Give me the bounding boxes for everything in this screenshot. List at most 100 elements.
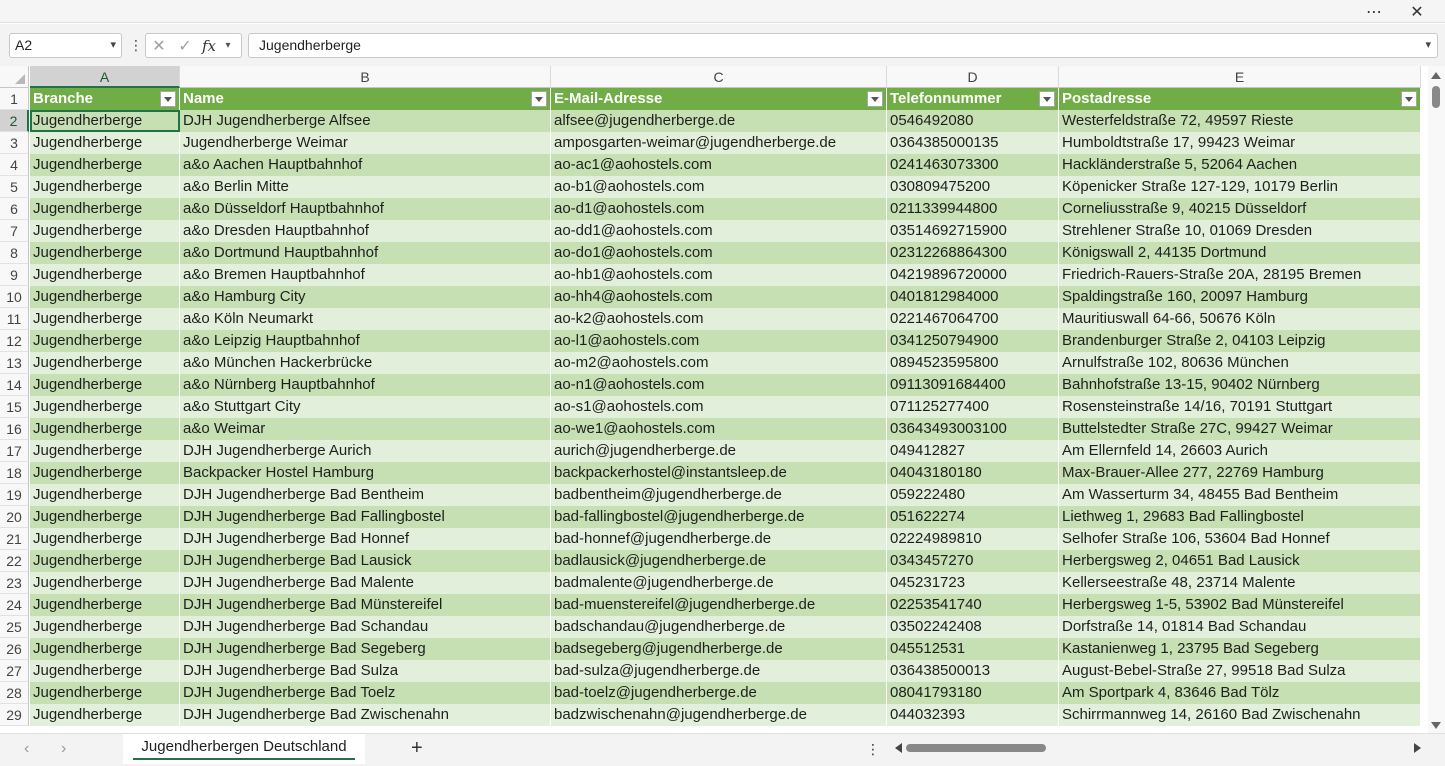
cell[interactable]: DJH Jugendherberge Bad Lausick [180,550,551,572]
column-header-b[interactable]: B [180,66,551,88]
cell[interactable]: ao-ac1@aohostels.com [551,154,887,176]
cell[interactable]: a&o Weimar [180,418,551,440]
row-number[interactable]: 15 [0,396,29,418]
cell[interactable]: a&o Dresden Hauptbahnhof [180,220,551,242]
cell[interactable]: 071125277400 [887,396,1059,418]
cell[interactable]: Am Ellernfeld 14, 26603 Aurich [1059,440,1421,462]
cell[interactable]: a&o Berlin Mitte [180,176,551,198]
filter-dropdown-icon[interactable] [867,91,883,107]
cell[interactable]: amposgarten-weimar@jugendherberge.de [551,132,887,154]
cell[interactable]: DJH Jugendherberge Bad Bentheim [180,484,551,506]
sheet-tab-active[interactable]: Jugendherbergen Deutschland [123,734,365,764]
cell[interactable]: 0341250794900 [887,330,1059,352]
cell[interactable]: ao-k2@aohostels.com [551,308,887,330]
cell[interactable]: DJH Jugendherberge Bad Zwischenahn [180,704,551,726]
ellipsis-icon[interactable]: ⋯ [1354,0,1394,23]
cell[interactable]: Jugendherberge [30,528,180,550]
horizontal-scrollbar[interactable] [893,739,1423,757]
cell[interactable]: Jugendherberge [30,396,180,418]
filter-dropdown-icon[interactable] [1401,91,1417,107]
cell[interactable]: 03514692715900 [887,220,1059,242]
cell[interactable]: a&o Bremen Hauptbahnhof [180,264,551,286]
cell[interactable]: badbentheim@jugendherberge.de [551,484,887,506]
cell[interactable]: Arnulfstraße 102, 80636 München [1059,352,1421,374]
cell[interactable]: Jugendherberge Weimar [180,132,551,154]
cell[interactable]: DJH Jugendherberge Bad Schandau [180,616,551,638]
row-number[interactable]: 9 [0,264,29,286]
cell[interactable]: a&o München Hackerbrücke [180,352,551,374]
cell[interactable]: 0546492080 [887,110,1059,132]
cell[interactable]: Backpacker Hostel Hamburg [180,462,551,484]
cell[interactable]: Jugendherberge [30,638,180,660]
cell[interactable]: 0221467064700 [887,308,1059,330]
row-number[interactable]: 22 [0,550,29,572]
cell[interactable]: bad-toelz@jugendherberge.de [551,682,887,704]
cell[interactable]: Jugendherberge [30,110,180,132]
column-header-a[interactable]: A [30,66,180,88]
row-number[interactable]: 26 [0,638,29,660]
cell[interactable]: Mauritiuswall 64-66, 50676 Köln [1059,308,1421,330]
filter-dropdown-icon[interactable] [531,91,547,107]
row-number[interactable]: 1 [0,88,29,110]
column-header-c[interactable]: C [551,66,887,88]
cell[interactable]: badmalente@jugendherberge.de [551,572,887,594]
cell[interactable]: Spaldingstraße 160, 20097 Hamburg [1059,286,1421,308]
cell[interactable]: Jugendherberge [30,506,180,528]
cell[interactable]: ao-hb1@aohostels.com [551,264,887,286]
cell[interactable]: 051622274 [887,506,1059,528]
cell[interactable]: Buttelstedter Straße 27C, 99427 Weimar [1059,418,1421,440]
row-number[interactable]: 11 [0,308,29,330]
plus-icon[interactable]: + [411,737,423,760]
cell[interactable]: bad-honnef@jugendherberge.de [551,528,887,550]
cell[interactable]: 09113091684400 [887,374,1059,396]
cell[interactable]: Bahnhofstraße 13-15, 90402 Nürnberg [1059,374,1421,396]
row-number[interactable]: 6 [0,198,29,220]
cell[interactable]: 02253541740 [887,594,1059,616]
cell[interactable]: alfsee@jugendherberge.de [551,110,887,132]
cell[interactable]: 02224989810 [887,528,1059,550]
filter-dropdown-icon[interactable] [160,91,176,107]
row-number[interactable]: 28 [0,682,29,704]
row-number[interactable]: 14 [0,374,29,396]
cell[interactable]: a&o Hamburg City [180,286,551,308]
cell[interactable]: Jugendherberge [30,132,180,154]
vertical-scroll-thumb[interactable] [1432,86,1440,108]
name-box[interactable]: A2 ▾ [9,33,122,58]
cell[interactable]: Westerfeldstraße 72, 49597 Rieste [1059,110,1421,132]
cell[interactable]: a&o Nürnberg Hauptbahnhof [180,374,551,396]
row-number[interactable]: 12 [0,330,29,352]
cell[interactable]: Humboldtstraße 17, 99423 Weimar [1059,132,1421,154]
cell[interactable]: DJH Jugendherberge Bad Malente [180,572,551,594]
cell[interactable]: 0364385000135 [887,132,1059,154]
cell[interactable]: a&o Stuttgart City [180,396,551,418]
cell[interactable]: DJH Jugendherberge Bad Sulza [180,660,551,682]
cell[interactable]: Jugendherberge [30,198,180,220]
cell[interactable]: Köpenicker Straße 127-129, 10179 Berlin [1059,176,1421,198]
cell[interactable]: Jugendherberge [30,286,180,308]
cell[interactable]: DJH Jugendherberge Bad Münstereifel [180,594,551,616]
vertical-ellipsis-icon[interactable]: ⋮ [866,741,880,758]
cell[interactable]: ao-m2@aohostels.com [551,352,887,374]
cell[interactable]: a&o Leipzig Hauptbahnhof [180,330,551,352]
row-number[interactable]: 17 [0,440,29,462]
cell[interactable]: Am Wasserturm 34, 48455 Bad Bentheim [1059,484,1421,506]
cell[interactable]: August-Bebel-Straße 27, 99518 Bad Sulza [1059,660,1421,682]
row-number[interactable]: 13 [0,352,29,374]
vertical-scrollbar[interactable] [1428,66,1445,733]
cell[interactable]: Königswall 2, 44135 Dortmund [1059,242,1421,264]
cell[interactable]: Dorfstraße 14, 01814 Bad Schandau [1059,616,1421,638]
row-number[interactable]: 24 [0,594,29,616]
cell[interactable]: 030809475200 [887,176,1059,198]
row-number[interactable]: 27 [0,660,29,682]
cell[interactable]: Jugendherberge [30,682,180,704]
cell[interactable]: Selhofer Straße 106, 53604 Bad Honnef [1059,528,1421,550]
cell[interactable]: a&o Köln Neumarkt [180,308,551,330]
column-header-d[interactable]: D [887,66,1059,88]
cell[interactable]: Rosensteinstraße 14/16, 70191 Stuttgart [1059,396,1421,418]
horizontal-scroll-thumb[interactable] [906,744,1046,752]
cell[interactable]: badsegeberg@jugendherberge.de [551,638,887,660]
cell[interactable]: a&o Aachen Hauptbahnhof [180,154,551,176]
close-icon[interactable]: ✕ [1397,0,1437,23]
cell[interactable]: ao-b1@aohostels.com [551,176,887,198]
scroll-up-icon[interactable] [1431,72,1441,79]
